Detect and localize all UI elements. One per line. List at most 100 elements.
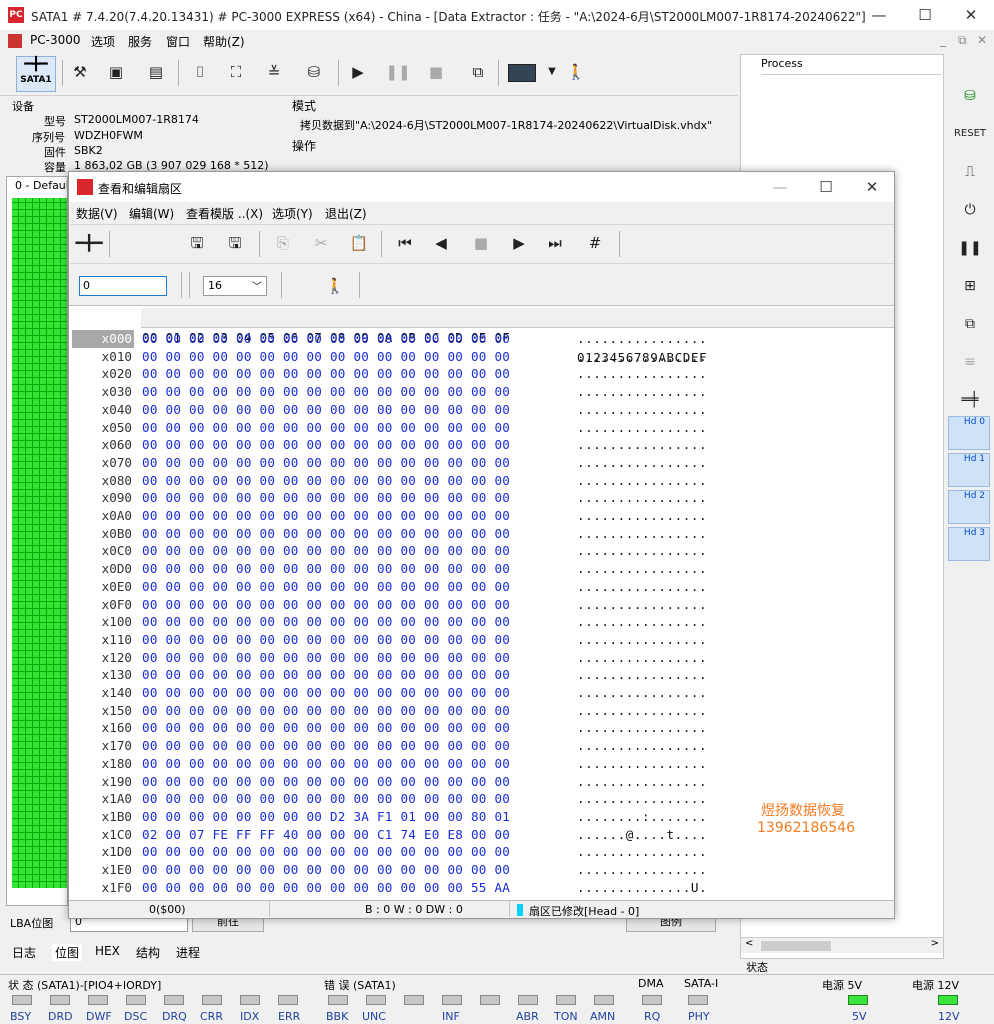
mdi-close-icon[interactable]: ✕ xyxy=(977,33,987,47)
row-hex-bytes[interactable]: 00 00 00 00 00 00 00 00 00 00 00 00 00 0… xyxy=(142,330,510,348)
row-ascii[interactable]: ................ xyxy=(577,525,707,543)
row-hex-bytes[interactable]: 00 00 00 00 00 00 00 00 00 00 00 00 00 0… xyxy=(142,383,510,401)
scroll-thumb[interactable] xyxy=(761,941,831,951)
smart-icon[interactable]: ▤ xyxy=(142,58,170,86)
paste-icon[interactable]: 📋 xyxy=(345,229,373,257)
mdi-minimize-icon[interactable]: _ xyxy=(940,33,946,47)
row-hex-bytes[interactable]: 00 00 00 00 00 00 00 00 00 00 00 00 00 0… xyxy=(142,773,510,791)
copy-window-icon[interactable]: ⧉ xyxy=(464,58,492,86)
row-hex-bytes[interactable]: 00 00 00 00 00 00 00 00 00 00 00 00 00 0… xyxy=(142,613,510,631)
row-ascii[interactable]: ................ xyxy=(577,790,707,808)
row-ascii[interactable]: ................ xyxy=(577,843,707,861)
copy-icon[interactable]: ⎘ xyxy=(269,229,297,257)
row-ascii[interactable]: ................ xyxy=(577,560,707,578)
row-hex-bytes[interactable]: 00 00 00 00 00 00 00 00 00 00 00 00 00 0… xyxy=(142,631,510,649)
row-hex-bytes[interactable]: 00 00 00 00 00 00 00 00 00 00 00 00 00 0… xyxy=(142,737,510,755)
row-ascii[interactable]: ................ xyxy=(577,472,707,490)
binoculars-icon[interactable]: ⛶ xyxy=(222,58,250,86)
hex-row[interactable]: x070 00 00 00 00 00 00 00 00 00 00 00 00 … xyxy=(69,454,894,472)
goto-sector-icon[interactable]: # xyxy=(581,229,609,257)
tab-process[interactable]: 进程 xyxy=(176,944,200,961)
hex-row[interactable]: x1F0 00 00 00 00 00 00 00 00 00 00 00 00 … xyxy=(69,879,894,897)
head-3-button[interactable]: Hd 3 xyxy=(948,527,990,561)
pc3000-menu-icon[interactable] xyxy=(8,34,22,48)
menu-help[interactable]: 帮助(Z) xyxy=(203,33,245,50)
menu-window[interactable]: 窗口 xyxy=(166,33,190,50)
tab-bitmap[interactable]: 位图 xyxy=(52,944,83,961)
row-hex-bytes[interactable]: 00 00 00 00 00 00 00 00 00 00 00 00 00 0… xyxy=(142,454,510,472)
hex-row[interactable]: x090 00 00 00 00 00 00 00 00 00 00 00 00 … xyxy=(69,489,894,507)
row-hex-bytes[interactable]: 00 00 00 00 00 00 00 00 00 00 00 00 00 0… xyxy=(142,596,510,614)
hex-row[interactable]: x0A0 00 00 00 00 00 00 00 00 00 00 00 00 … xyxy=(69,507,894,525)
row-ascii[interactable]: ................ xyxy=(577,861,707,879)
hex-row[interactable]: x080 00 00 00 00 00 00 00 00 00 00 00 00 … xyxy=(69,472,894,490)
row-hex-bytes[interactable]: 00 00 00 00 00 00 00 00 00 00 00 00 00 0… xyxy=(142,790,510,808)
picture-icon[interactable] xyxy=(508,64,536,82)
row-ascii[interactable]: ................ xyxy=(577,454,707,472)
row-ascii[interactable]: ................ xyxy=(577,489,707,507)
tab-log[interactable]: 日志 xyxy=(12,944,36,961)
play-icon[interactable]: ▶ xyxy=(344,58,372,86)
row-ascii[interactable]: ................ xyxy=(577,737,707,755)
scroll-right-icon[interactable]: > xyxy=(931,938,939,949)
row-hex-bytes[interactable]: 00 00 00 00 00 00 00 00 00 00 00 00 00 0… xyxy=(142,419,510,437)
dialog-maximize-button[interactable]: ☐ xyxy=(803,172,849,202)
hex-row[interactable]: x000 00 00 00 00 00 00 00 00 00 00 00 00 … xyxy=(69,330,894,348)
row-hex-bytes[interactable]: 00 00 00 00 00 00 00 00 00 00 00 00 00 0… xyxy=(142,861,510,879)
cut-icon[interactable]: ✂ xyxy=(307,229,335,257)
row-ascii[interactable]: ................ xyxy=(577,542,707,560)
row-hex-bytes[interactable]: 00 00 00 00 00 00 00 00 00 00 00 00 00 0… xyxy=(142,401,510,419)
voltage-icon[interactable]: ⎍ xyxy=(952,156,988,188)
row-ascii[interactable]: ................ xyxy=(577,631,707,649)
exit-icon[interactable]: 🚶 xyxy=(321,272,349,300)
row-ascii[interactable]: ................ xyxy=(577,773,707,791)
first-sector-icon[interactable]: ⏮ xyxy=(391,229,419,257)
row-ascii[interactable]: ................ xyxy=(577,507,707,525)
row-hex-bytes[interactable]: 00 00 00 00 00 00 00 00 D2 3A F1 01 00 0… xyxy=(142,808,510,826)
hex-row[interactable]: x170 00 00 00 00 00 00 00 00 00 00 00 00 … xyxy=(69,737,894,755)
hex-row[interactable]: x040 00 00 00 00 00 00 00 00 00 00 00 00 … xyxy=(69,401,894,419)
row-ascii[interactable]: ................ xyxy=(577,348,707,366)
process-scrollbar[interactable]: < > xyxy=(741,937,943,953)
row-hex-bytes[interactable]: 00 00 00 00 00 00 00 00 00 00 00 00 00 0… xyxy=(142,525,510,543)
row-hex-bytes[interactable]: 00 00 00 00 00 00 00 00 00 00 00 00 00 0… xyxy=(142,755,510,773)
menu-view-template[interactable]: 查看模版 ..(X) xyxy=(186,205,263,222)
sata1-port-button[interactable]: ━╋━ SATA1 xyxy=(16,56,56,92)
hex-row[interactable]: x0E0 00 00 00 00 00 00 00 00 00 00 00 00 … xyxy=(69,578,894,596)
menu-data[interactable]: 数据(V) xyxy=(76,205,118,222)
row-hex-bytes[interactable]: 00 00 00 00 00 00 00 00 00 00 00 00 00 0… xyxy=(142,507,510,525)
save-file-icon[interactable]: 🖫 xyxy=(221,229,249,257)
format-icon[interactable]: ≚ xyxy=(260,58,288,86)
row-hex-bytes[interactable]: 00 00 00 00 00 00 00 00 00 00 00 00 00 0… xyxy=(142,649,510,667)
hex-row[interactable]: x120 00 00 00 00 00 00 00 00 00 00 00 00 … xyxy=(69,649,894,667)
row-ascii[interactable]: ..............U. xyxy=(577,879,707,897)
row-hex-bytes[interactable]: 00 00 00 00 00 00 00 00 00 00 00 00 00 0… xyxy=(142,365,510,383)
minimize-button[interactable]: — xyxy=(856,0,902,30)
row-hex-bytes[interactable]: 00 00 00 00 00 00 00 00 00 00 00 00 00 0… xyxy=(142,578,510,596)
menu-dialog-options[interactable]: 选项(Y) xyxy=(272,205,313,222)
row-hex-bytes[interactable]: 00 00 00 00 00 00 00 00 00 00 00 00 00 0… xyxy=(142,879,510,897)
lba-bitmap-grid[interactable] xyxy=(12,198,67,888)
hex-row[interactable]: x190 00 00 00 00 00 00 00 00 00 00 00 00 … xyxy=(69,773,894,791)
row-ascii[interactable]: ................ xyxy=(577,383,707,401)
heads-map-icon[interactable]: ═╪ xyxy=(952,384,988,416)
menu-edit[interactable]: 编辑(W) xyxy=(129,205,174,222)
row-hex-bytes[interactable]: 00 00 00 00 00 00 00 00 00 00 00 00 00 0… xyxy=(142,560,510,578)
row-ascii[interactable]: ................ xyxy=(577,365,707,383)
row-hex-bytes[interactable]: 00 00 00 00 00 00 00 00 00 00 00 00 00 0… xyxy=(142,472,510,490)
hex-row[interactable]: x060 00 00 00 00 00 00 00 00 00 00 00 00 … xyxy=(69,436,894,454)
scroll-left-icon[interactable]: < xyxy=(745,938,753,949)
head-1-button[interactable]: Hd 1 xyxy=(948,453,990,487)
row-ascii[interactable]: ................ xyxy=(577,649,707,667)
dialog-close-button[interactable]: ✕ xyxy=(849,172,895,202)
tab-structure[interactable]: 结构 xyxy=(136,944,160,961)
power-zero-icon[interactable]: ⏻ xyxy=(952,194,988,226)
stop-icon[interactable]: ■ xyxy=(467,229,495,257)
hex-row[interactable]: x150 00 00 00 00 00 00 00 00 00 00 00 00 … xyxy=(69,702,894,720)
row-ascii[interactable]: ................ xyxy=(577,436,707,454)
row-ascii[interactable]: ................ xyxy=(577,578,707,596)
hex-row[interactable]: x0D0 00 00 00 00 00 00 00 00 00 00 00 00 … xyxy=(69,560,894,578)
next-sector-icon[interactable]: ▶ xyxy=(505,229,533,257)
row-hex-bytes[interactable]: 00 00 00 00 00 00 00 00 00 00 00 00 00 0… xyxy=(142,542,510,560)
head-0-button[interactable]: Hd 0 xyxy=(948,416,990,450)
